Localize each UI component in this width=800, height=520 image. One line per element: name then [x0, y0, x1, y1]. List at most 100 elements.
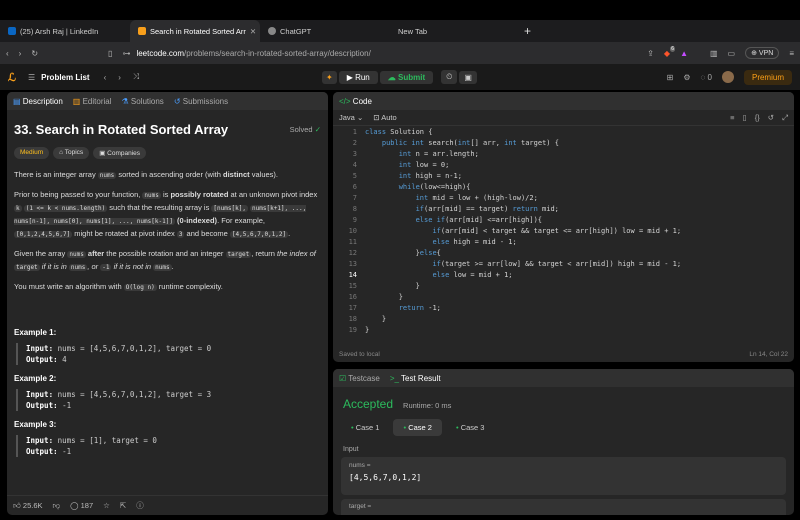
- cursor-position: Ln 14, Col 22: [749, 350, 788, 358]
- solutions-icon: ⚗: [121, 96, 131, 106]
- streak-counter[interactable]: ◌ 0: [701, 73, 712, 82]
- line-number: 14: [348, 271, 357, 279]
- inline-code: [4,5,6,7,0,1,2]: [229, 231, 289, 238]
- topics-tag[interactable]: ⌂ Topics: [53, 147, 90, 159]
- shuffle-icon[interactable]: ⤨: [133, 72, 139, 82]
- back-icon[interactable]: ‹: [6, 49, 9, 58]
- share-icon[interactable]: ⇱: [120, 501, 126, 510]
- help-icon[interactable]: ⓘ: [136, 500, 144, 511]
- description-paragraph-4: You must write an algorithm with O(log n…: [14, 281, 321, 294]
- runtime-text: Runtime: 0 ms: [403, 401, 452, 410]
- text: , return: [251, 249, 278, 258]
- cloud-upload-icon: ☁: [387, 72, 398, 82]
- case-tab-1[interactable]: • Case 1: [341, 419, 389, 436]
- case-tab-3[interactable]: • Case 3: [446, 419, 494, 436]
- comments-button[interactable]: ◯ 187: [70, 501, 93, 510]
- line-number: 10: [348, 227, 357, 235]
- bold-text: (0-indexed): [177, 216, 218, 225]
- tab-testcase[interactable]: ☑ Testcase: [339, 374, 380, 383]
- reload-icon[interactable]: ↻: [31, 49, 38, 58]
- wallet-icon[interactable]: ▭: [728, 49, 736, 58]
- braces-icon[interactable]: {}: [755, 113, 760, 123]
- tab-test-result[interactable]: >_ Test Result: [390, 374, 441, 383]
- close-icon[interactable]: ✕: [250, 27, 256, 36]
- brave-shield-icon[interactable]: ◆ 6: [664, 45, 676, 58]
- settings-icon[interactable]: ⚙: [683, 73, 690, 82]
- forward-icon[interactable]: ›: [19, 49, 22, 58]
- list-icon[interactable]: ☰: [28, 73, 35, 82]
- example-block: Input: nums = [1], target = 0 Output: -1: [16, 435, 321, 457]
- url-field[interactable]: ⊶ leetcode.com/problems/search-in-rotate…: [122, 45, 637, 61]
- run-button[interactable]: ▶ Run: [338, 70, 378, 84]
- browser-tab-leetcode[interactable]: Search in Rotated Sorted Arr ✕: [130, 20, 260, 42]
- code-editor[interactable]: 1 class Solution {2 public int search(int…: [333, 126, 793, 342]
- timer-icon[interactable]: ⏲: [441, 70, 458, 84]
- tab-submissions[interactable]: ↺ Submissions: [174, 97, 228, 106]
- code-tab[interactable]: </> Code: [339, 97, 372, 106]
- case-label: Case 1: [355, 423, 380, 432]
- text: the possible rotation and an integer: [104, 249, 226, 258]
- linkedin-icon: [8, 27, 16, 35]
- code-line: }: [365, 293, 403, 301]
- difficulty-badge[interactable]: Medium: [14, 147, 50, 159]
- language-select[interactable]: Java ⌄: [339, 113, 363, 122]
- prev-problem-icon[interactable]: ‹: [104, 73, 107, 82]
- chatgpt-icon: [268, 27, 276, 35]
- output-label: Output:: [26, 355, 58, 364]
- code-line: int low = 0;: [398, 161, 450, 169]
- example-1: Example 1: Input: nums = [4,5,6,7,0,1,2]…: [14, 328, 321, 365]
- companies-tag[interactable]: ▣ Companies: [93, 147, 147, 159]
- reset-icon[interactable]: ↺: [768, 113, 774, 123]
- tab-label: Editorial: [82, 96, 112, 106]
- tab-label: Submissions: [182, 96, 229, 106]
- format-icon[interactable]: ≡: [730, 113, 734, 123]
- tab-label: New Tab: [398, 26, 428, 36]
- tab-label: Testcase: [348, 373, 380, 383]
- browser-tab-chatgpt[interactable]: ChatGPT: [260, 20, 390, 42]
- text: such that the resulting array is: [107, 203, 212, 212]
- streak-count: 0: [707, 72, 712, 82]
- tab-solutions[interactable]: ⚗ Solutions: [121, 97, 163, 106]
- new-tab-button[interactable]: +: [524, 24, 531, 38]
- rewards-icon[interactable]: ▲: [680, 49, 688, 58]
- leetcode-logo-icon[interactable]: ℒ: [8, 71, 16, 84]
- next-problem-icon[interactable]: ›: [118, 73, 121, 82]
- submit-button[interactable]: ☁ Submit: [379, 70, 434, 84]
- line-number: 8: [352, 205, 357, 213]
- text: Given the array: [14, 249, 68, 258]
- share-icon[interactable]: ⇪: [647, 49, 654, 58]
- tab-description[interactable]: ▤ Description: [13, 97, 63, 106]
- description-panel: ▤ Description ▥ Editorial ⚗ Solutions ↺ …: [7, 92, 328, 515]
- line-number: 15: [348, 282, 357, 290]
- shield-count-badge: 6: [670, 45, 676, 52]
- notes-icon[interactable]: ▣: [459, 70, 477, 84]
- vpn-button[interactable]: ⊕ VPN: [745, 47, 780, 59]
- description-paragraph-2: Prior to being passed to your function, …: [14, 189, 321, 241]
- auto-label: Auto: [381, 113, 397, 122]
- auto-toggle[interactable]: ⊡ Auto: [373, 113, 396, 122]
- premium-button[interactable]: Premium: [743, 69, 792, 85]
- menu-icon[interactable]: ≡: [789, 49, 794, 58]
- code-line: if(arr[mid] < target && target <= arr[hi…: [432, 227, 682, 235]
- browser-tab-linkedin[interactable]: (25) Arsh Raj | LinkedIn: [0, 20, 130, 42]
- case-tab-2[interactable]: • Case 2: [393, 419, 442, 436]
- code-title: Code: [352, 96, 372, 106]
- dislike-button[interactable]: 👎︎: [53, 501, 61, 511]
- debug-icon[interactable]: ✦: [322, 70, 337, 84]
- avatar[interactable]: [721, 71, 734, 83]
- problem-list-link[interactable]: Problem List: [41, 73, 89, 82]
- bookmark-icon[interactable]: ▯: [108, 49, 112, 58]
- expand-icon[interactable]: ⤢: [782, 113, 788, 123]
- checkbox-icon: ☑: [339, 373, 349, 383]
- browser-tab-new[interactable]: New Tab: [390, 20, 520, 42]
- input-var-name: nums =: [349, 462, 371, 469]
- tab-editorial[interactable]: ▥ Editorial: [73, 97, 112, 106]
- bookmark-icon[interactable]: ▯: [743, 113, 747, 123]
- layout-icon[interactable]: ⊞: [667, 73, 674, 82]
- star-icon[interactable]: ☆: [103, 501, 110, 510]
- sidebar-icon[interactable]: ▥: [710, 49, 718, 58]
- like-button[interactable]: 👍︎ 25.6K: [13, 501, 43, 511]
- inline-code: (1 <= k < nums.length): [23, 205, 108, 212]
- case-label: Case 2: [408, 423, 432, 432]
- site-info-icon[interactable]: ⊶: [122, 49, 130, 58]
